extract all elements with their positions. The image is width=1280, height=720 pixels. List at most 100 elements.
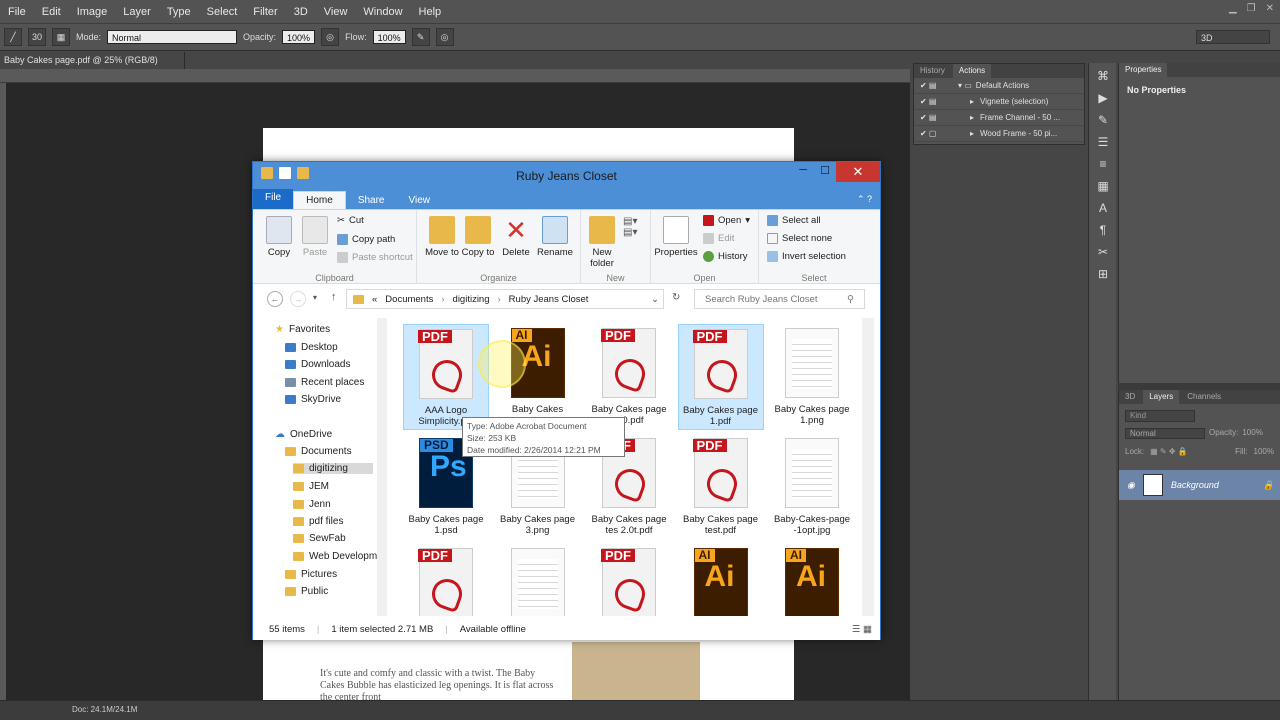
kind-filter[interactable]: Kind <box>1125 410 1195 422</box>
chevron-down-icon[interactable]: ⌄ <box>651 294 659 305</box>
tools-icon[interactable]: ✂ <box>1094 245 1112 261</box>
minimize-icon[interactable]: ▁ <box>1229 3 1237 14</box>
copy-button[interactable]: Copy <box>263 216 295 258</box>
restore-icon[interactable]: ❐ <box>1247 3 1256 14</box>
minimize-icon[interactable]: ─ <box>792 164 814 176</box>
lock-icon[interactable]: ▦ ✎ ✥ 🔒 <box>1150 447 1188 456</box>
tab-home[interactable]: Home <box>293 191 346 209</box>
nav-web-development[interactable]: Web Developm <box>293 551 377 562</box>
menu-type[interactable]: Type <box>159 6 199 18</box>
tab-3d[interactable]: 3D <box>1119 390 1141 404</box>
nav-desktop[interactable]: Desktop <box>285 342 338 353</box>
nav-documents[interactable]: Documents <box>285 446 352 457</box>
tab-share[interactable]: Share <box>346 192 397 209</box>
layer-opacity[interactable]: 100% <box>1242 428 1262 439</box>
help-icon[interactable]: ⌃ ? <box>857 194 872 205</box>
pressure-opacity-icon[interactable]: ◎ <box>321 28 340 46</box>
menu-edit[interactable]: Edit <box>34 6 69 18</box>
brush-size-picker[interactable]: 30 <box>28 28 46 46</box>
tab-file[interactable]: File <box>253 189 294 209</box>
eye-icon[interactable]: ◉ <box>1127 480 1135 491</box>
brush-icon[interactable]: ✎ <box>1094 113 1112 129</box>
nav-sewfab[interactable]: SewFab <box>293 533 346 544</box>
title-bar[interactable]: Ruby Jeans Closet ─ ☐ ✕ <box>253 162 880 189</box>
edit-button[interactable]: Edit <box>703 233 734 244</box>
swatch-icon[interactable]: ▦ <box>1094 179 1112 195</box>
nav-downloads[interactable]: Downloads <box>285 359 350 370</box>
opacity-input[interactable]: 100% <box>282 30 316 44</box>
action-row[interactable]: ✔ ▤ ▸ Frame Channel - 50 ... <box>914 110 1084 126</box>
history-icon[interactable]: ⌘ <box>1094 69 1112 85</box>
pressure-size-icon[interactable]: ◎ <box>435 28 454 46</box>
nav-favorites[interactable]: ★ Favorites <box>275 324 330 335</box>
nav-onedrive[interactable]: ☁ OneDrive <box>275 429 332 440</box>
actions-icon[interactable]: ▶ <box>1094 91 1112 107</box>
new-item-icon[interactable]: ▤▾ ▤▾ <box>623 216 637 238</box>
nav-scrollbar[interactable] <box>377 318 387 616</box>
layer-row[interactable]: ◉ Background 🔒 <box>1119 470 1280 500</box>
file-item[interactable]: PDF <box>586 544 672 616</box>
nav-digitizing[interactable]: digitizing <box>293 463 373 474</box>
menu-window[interactable]: Window <box>355 6 410 18</box>
tab-properties[interactable]: Properties <box>1119 63 1168 77</box>
menu-filter[interactable]: Filter <box>245 6 285 18</box>
tab-layers[interactable]: Layers <box>1143 390 1180 404</box>
character-icon[interactable]: A <box>1094 201 1112 217</box>
file-item[interactable]: PDF AAA Logo Simplicity.pdf <box>403 324 489 430</box>
select-all-button[interactable]: Select all <box>767 215 821 226</box>
nav-pdf-files[interactable]: pdf files <box>293 516 343 527</box>
close-icon[interactable]: ✕ <box>1266 3 1274 14</box>
close-button[interactable]: ✕ <box>836 162 880 182</box>
file-item[interactable]: PDF Baby Cakes page test.pdf <box>678 434 764 540</box>
file-item[interactable]: Baby Cakes page 1.png <box>769 324 855 430</box>
nav-skydrive[interactable]: SkyDrive <box>285 394 341 405</box>
address-bar[interactable]: « Documents › digitizing › Ruby Jeans Cl… <box>346 289 664 309</box>
nav-pictures[interactable]: Pictures <box>285 569 337 580</box>
layer-fill[interactable]: 100% <box>1254 447 1274 456</box>
file-item[interactable]: PDF Baby Cakes page ...0.pdf <box>586 324 672 430</box>
nav-public[interactable]: Public <box>285 586 328 597</box>
select-none-button[interactable]: Select none <box>767 233 832 244</box>
menu-layer[interactable]: Layer <box>115 6 159 18</box>
file-item[interactable]: AI Ai <box>678 544 764 616</box>
action-row[interactable]: ✔ ▢ ▸ Wood Frame - 50 pi... <box>914 126 1084 142</box>
tab-actions[interactable]: Actions <box>952 64 992 78</box>
breadcrumb-overflow[interactable]: « <box>372 294 377 305</box>
workspace-select[interactable]: 3D <box>1196 30 1270 44</box>
copy-to-button[interactable]: Copy to <box>461 216 495 258</box>
forward-button[interactable]: → <box>290 291 306 307</box>
paste-shortcut-button[interactable]: Paste shortcut <box>337 252 413 263</box>
menu-help[interactable]: Help <box>411 6 450 18</box>
properties-button[interactable]: Properties <box>653 216 699 258</box>
menu-3d[interactable]: 3D <box>286 6 316 18</box>
brush-tool-icon[interactable]: ╱ <box>4 28 22 46</box>
menu-image[interactable]: Image <box>69 6 116 18</box>
breadcrumb-digitizing[interactable]: digitizing <box>453 294 490 305</box>
blend-mode-select[interactable]: Normal <box>1125 428 1205 439</box>
file-scrollbar[interactable] <box>862 318 874 616</box>
paste-button[interactable]: Paste <box>299 216 331 258</box>
maximize-icon[interactable]: ☐ <box>814 164 836 177</box>
nav-jem[interactable]: JEM <box>293 481 329 492</box>
rename-button[interactable]: Rename <box>535 216 575 258</box>
search-input[interactable]: Search Ruby Jeans Closet ⚲ <box>694 289 865 309</box>
history-button[interactable]: History <box>703 251 748 262</box>
airbrush-icon[interactable]: ✎ <box>411 28 430 46</box>
action-row[interactable]: ✔ ▤ ▸ Vignette (selection) <box>914 94 1084 110</box>
flow-input[interactable]: 100% <box>372 30 406 44</box>
breadcrumb-documents[interactable]: Documents <box>385 294 433 305</box>
menu-file[interactable]: File <box>0 6 34 18</box>
mode-select[interactable]: Normal <box>107 30 238 44</box>
breadcrumb-current[interactable]: Ruby Jeans Closet <box>509 294 589 305</box>
tab-history[interactable]: History <box>914 64 951 78</box>
nav-jenn[interactable]: Jenn <box>293 499 331 510</box>
copy-path-button[interactable]: Copy path <box>337 234 395 245</box>
tab-view[interactable]: View <box>397 192 443 209</box>
nav-recent-places[interactable]: Recent places <box>285 377 364 388</box>
file-item[interactable]: PDF Baby Cakes page 1.pdf <box>677 324 764 430</box>
menu-select[interactable]: Select <box>199 6 246 18</box>
cut-button[interactable]: ✂ Cut <box>337 215 364 226</box>
file-item[interactable]: Baby-Cakes-page -1opt.jpg <box>769 434 855 540</box>
brush-panel-icon[interactable]: ▦ <box>52 28 70 46</box>
refresh-icon[interactable]: ↻ <box>672 292 680 303</box>
